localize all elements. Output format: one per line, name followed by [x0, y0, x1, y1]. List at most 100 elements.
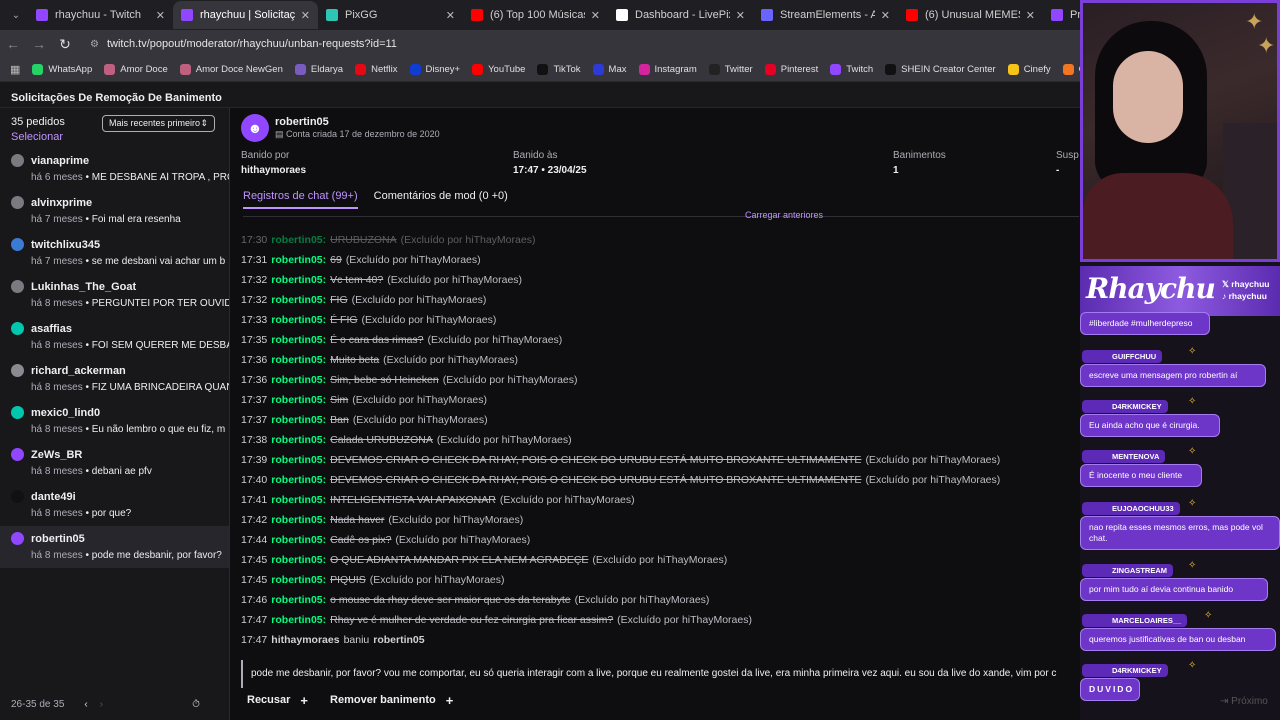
favicon-icon [761, 9, 773, 21]
back-button[interactable]: ← [0, 36, 26, 52]
sort-icon: ⇕ [200, 118, 208, 128]
prev-page-button[interactable]: ‹ [84, 699, 87, 711]
chat-line: 17:38 robertin05: Calada URUBUZONA (Excluíd… [241, 430, 1071, 450]
request-message: por que? [91, 508, 132, 519]
browser-tab[interactable]: Dashboard - LivePix ✕ [608, 1, 753, 29]
list-item[interactable]: robertin05 há 8 meses • pode me desbanir,… [0, 526, 229, 568]
chat-user[interactable]: robertin05: [271, 454, 326, 466]
bookmark-item[interactable]: Disney+ [409, 64, 461, 75]
chat-user[interactable]: robertin05: [271, 334, 326, 346]
close-tab-icon[interactable]: ✕ [156, 9, 165, 22]
browser-tab[interactable]: PixGG ✕ [318, 1, 463, 29]
bookmark-label: Amor Doce [120, 64, 168, 75]
bookmark-item[interactable]: TikTok [537, 64, 581, 75]
chat-time: 17:44 [241, 534, 268, 546]
site-info-icon[interactable]: ⚙ [90, 39, 99, 50]
bookmark-item[interactable]: WhatsApp [32, 64, 92, 75]
bookmark-label: Pinterest [780, 64, 819, 75]
social-handles: 𝕏 rhaychuu ♪ rhaychuu [1222, 278, 1269, 302]
bookmark-item[interactable]: Netflix [355, 64, 398, 75]
browser-tab[interactable]: (6) Top 100 Músicas Mais ✕ [463, 1, 608, 29]
load-more-button[interactable]: Carregar anteriores [745, 210, 823, 220]
chat-user[interactable]: robertin05: [271, 354, 326, 366]
browser-tab[interactable]: rhaychuu - Twitch ✕ [28, 1, 173, 29]
browser-tab[interactable]: StreamElements - Activity ✕ [753, 1, 898, 29]
chat-user[interactable]: robertin05: [271, 534, 326, 546]
close-tab-icon[interactable]: ✕ [1026, 9, 1035, 22]
list-item[interactable]: alvinxprime há 7 meses • Foi mal era rese… [0, 190, 229, 232]
tab-search-button[interactable]: ⌄ [4, 5, 28, 25]
chat-user[interactable]: robertin05: [271, 274, 326, 286]
list-item[interactable]: dante49i há 8 meses • por que? [0, 484, 229, 526]
chat-user[interactable]: robertin05: [271, 434, 326, 446]
ban-target[interactable]: robertin05 [373, 634, 424, 646]
chat-user[interactable]: robertin05: [271, 254, 326, 266]
next-page-button[interactable]: › [100, 699, 103, 711]
select-link[interactable]: Selecionar [11, 131, 218, 143]
chat-user[interactable]: robertin05: [271, 314, 326, 326]
list-item[interactable]: Lukinhas_The_Goat há 8 meses • PERGUNTEI … [0, 274, 229, 316]
forward-button[interactable]: → [26, 36, 52, 52]
bookmark-label: YouTube [488, 64, 526, 75]
bookmark-icon [472, 64, 484, 75]
list-item[interactable]: richard_ackerman há 8 meses • FIZ UMA BRI… [0, 358, 229, 400]
list-item[interactable]: ZeWs_BR há 8 meses • debani ae pfv [0, 442, 229, 484]
reload-button[interactable]: ↻ [52, 36, 78, 53]
chat-user[interactable]: robertin05: [271, 474, 326, 486]
next-label: Próximo [1231, 696, 1268, 707]
close-tab-icon[interactable]: ✕ [446, 9, 455, 22]
chat-user[interactable]: robertin05: [271, 514, 326, 526]
chat-user[interactable]: robertin05: [271, 594, 326, 606]
tab-chat-logs[interactable]: Registros de chat (99+) [243, 190, 358, 209]
request-message: ME DESBANE AÍ TROPA , PROMETO NÃO [91, 172, 229, 183]
bookmark-item[interactable]: Eldarya [294, 64, 343, 75]
bookmark-item[interactable]: Instagram [638, 64, 697, 75]
list-item[interactable]: mexic0_lind0 há 8 meses • Eu não lembro o… [0, 400, 229, 442]
browser-tab[interactable]: rhaychuu | Solicitações de ✕ [173, 1, 318, 29]
list-item[interactable]: asaffias há 8 meses • FOI SEM QUERER ME D… [0, 316, 229, 358]
chat-user[interactable]: robertin05: [271, 574, 326, 586]
request-username: richard_ackerman [31, 364, 126, 377]
bookmark-label: Disney+ [425, 64, 461, 75]
ban-moderator[interactable]: hithaymoraes [271, 634, 339, 646]
bookmark-item[interactable]: Twitch [830, 64, 873, 75]
bookmark-label: TikTok [553, 64, 581, 75]
calendar-icon: ▤ [275, 129, 287, 139]
bookmark-item[interactable]: Max [592, 64, 627, 75]
username[interactable]: robertin05 [275, 116, 329, 128]
request-username: twitchlixu345 [31, 238, 101, 251]
chat-time: 17:33 [241, 314, 268, 326]
chat-message-deleted: Sim [330, 394, 349, 406]
chat-user[interactable]: robertin05: [271, 234, 326, 246]
bookmark-item[interactable]: Cinefy [1007, 64, 1051, 75]
bookmark-item[interactable]: SHEIN Creator Center [885, 64, 996, 75]
chat-user[interactable]: robertin05: [271, 394, 326, 406]
chat-user[interactable]: robertin05: [271, 614, 326, 626]
list-item[interactable]: vianaprime há 6 meses • ME DESBANE AÍ TRO… [0, 148, 229, 190]
bookmark-item[interactable]: Twitter [708, 64, 753, 75]
close-tab-icon[interactable]: ✕ [591, 9, 600, 22]
chat-user[interactable]: robertin05: [271, 294, 326, 306]
brand-logo: Rhaychu [1086, 272, 1216, 305]
chat-user[interactable]: robertin05: [271, 554, 326, 566]
chat-user[interactable]: robertin05: [271, 374, 326, 386]
chat-user[interactable]: robertin05: [271, 414, 326, 426]
chat-user[interactable]: robertin05: [271, 494, 326, 506]
bookmark-item[interactable]: Amor Doce NewGen [179, 64, 283, 75]
history-icon[interactable]: ⏱ [192, 699, 200, 711]
close-tab-icon[interactable]: ✕ [881, 9, 890, 22]
unban-button[interactable]: Remover banimento + [322, 690, 461, 710]
bookmark-item[interactable]: Pinterest [764, 64, 819, 75]
tab-mod-comments[interactable]: Comentários de mod (0 +0) [374, 190, 508, 209]
apps-grid-icon[interactable]: ▦ [10, 63, 20, 76]
close-tab-icon[interactable]: ✕ [736, 9, 745, 22]
request-message: FIZ UMA BRINCADEIRA QUANDO [91, 382, 229, 393]
deny-button[interactable]: Recusar + [239, 690, 316, 710]
browser-tab[interactable]: (6) Unusual MEMES são E ✕ [898, 1, 1043, 29]
bookmark-item[interactable]: Amor Doce [104, 64, 168, 75]
close-tab-icon[interactable]: ✕ [301, 9, 310, 22]
sort-dropdown[interactable]: Mais recentes primeiro ⇕ [102, 115, 215, 132]
next-button[interactable]: ⇥ Próximo [1220, 696, 1268, 707]
bookmark-item[interactable]: YouTube [472, 64, 525, 75]
list-item[interactable]: twitchlixu345 há 7 meses • se me desbani … [0, 232, 229, 274]
